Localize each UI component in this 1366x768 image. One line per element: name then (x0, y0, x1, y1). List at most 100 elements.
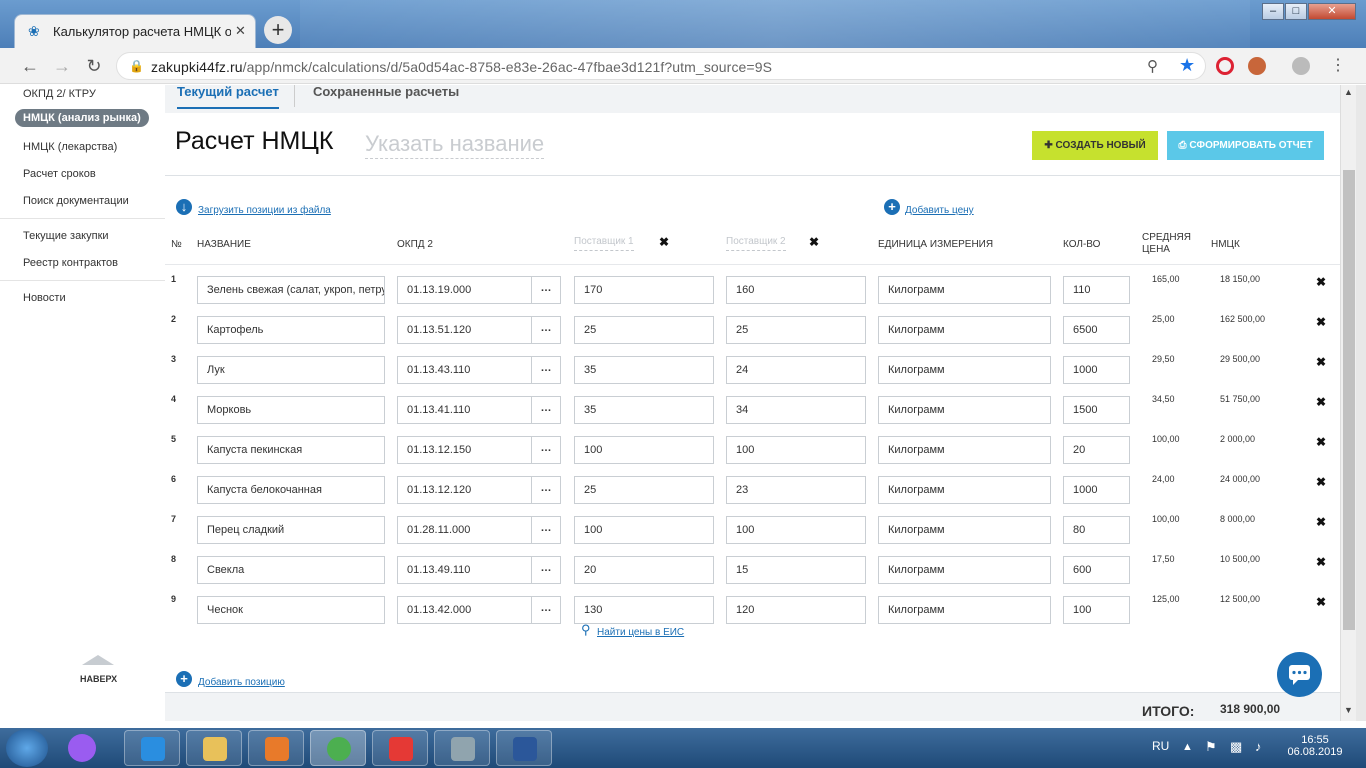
browser-tab[interactable]: ❀ Калькулятор расчета НМЦК он ✕ (14, 14, 256, 48)
name-input[interactable]: Свекла (197, 556, 385, 584)
scrollbar-thumb[interactable] (1343, 170, 1355, 630)
supplier-1-price-input[interactable]: 25 (574, 316, 714, 344)
supplier-2-price-input[interactable]: 100 (726, 436, 866, 464)
sidebar-item-current-purchases[interactable]: Текущие закупки (23, 230, 109, 242)
browser-menu-icon[interactable]: ⋮ (1330, 55, 1346, 75)
page-scrollbar[interactable]: ▲ ▼ (1340, 85, 1356, 721)
okpd-picker-button[interactable]: … (531, 276, 561, 304)
unit-input[interactable]: Килограмм (878, 276, 1051, 304)
supplier-1-price-input[interactable]: 100 (574, 516, 714, 544)
sidebar-item-deadlines[interactable]: Расчет сроков (23, 168, 96, 180)
scroll-up-icon[interactable]: ▲ (1344, 87, 1353, 97)
okpd-input[interactable]: 01.13.51.120 (397, 316, 532, 344)
reload-icon[interactable]: ↻ (84, 56, 104, 77)
name-input[interactable]: Лук (197, 356, 385, 384)
start-button[interactable] (6, 729, 48, 767)
taskbar-word[interactable] (496, 730, 552, 766)
supplier-2-price-input[interactable]: 25 (726, 316, 866, 344)
quantity-input[interactable]: 80 (1063, 516, 1130, 544)
remove-supplier-2-icon[interactable]: ✖ (809, 235, 819, 249)
search-icon[interactable]: ⚲ (581, 622, 591, 638)
unit-input[interactable]: Килограмм (878, 516, 1051, 544)
tray-arrow-icon[interactable]: ▲ (1182, 741, 1193, 753)
okpd-picker-button[interactable]: … (531, 476, 561, 504)
okpd-input[interactable]: 01.13.49.110 (397, 556, 532, 584)
language-indicator[interactable]: RU (1152, 739, 1169, 753)
minimize-button[interactable]: – (1262, 3, 1284, 20)
unit-input[interactable]: Килограмм (878, 476, 1051, 504)
delete-row-icon[interactable]: ✖ (1316, 555, 1326, 569)
supplier-1-price-input[interactable]: 25 (574, 476, 714, 504)
delete-row-icon[interactable]: ✖ (1316, 475, 1326, 489)
supplier-2-price-input[interactable]: 100 (726, 516, 866, 544)
okpd-input[interactable]: 01.13.41.110 (397, 396, 532, 424)
taskbar-media[interactable] (248, 730, 304, 766)
okpd-input[interactable]: 01.28.11.000 (397, 516, 532, 544)
flag-icon[interactable]: ⚑ (1205, 739, 1217, 755)
close-window-button[interactable]: ✕ (1308, 3, 1356, 20)
taskbar-explorer[interactable] (186, 730, 242, 766)
volume-icon[interactable]: ♪ (1255, 739, 1262, 754)
scroll-down-icon[interactable]: ▼ (1344, 705, 1353, 715)
quantity-input[interactable]: 110 (1063, 276, 1130, 304)
supplier-2-price-input[interactable]: 160 (726, 276, 866, 304)
okpd-input[interactable]: 01.13.12.120 (397, 476, 532, 504)
quantity-input[interactable]: 1000 (1063, 356, 1130, 384)
bookmark-star-icon[interactable]: ★ (1179, 55, 1195, 76)
supplier-2-price-input[interactable]: 24 (726, 356, 866, 384)
chat-button[interactable] (1277, 652, 1322, 697)
unit-input[interactable]: Килограмм (878, 356, 1051, 384)
tab-current-calc[interactable]: Текущий расчет (177, 84, 279, 109)
okpd-picker-button[interactable]: … (531, 596, 561, 624)
forward-icon[interactable]: → (52, 56, 72, 77)
delete-row-icon[interactable]: ✖ (1316, 395, 1326, 409)
quantity-input[interactable]: 100 (1063, 596, 1130, 624)
okpd-input[interactable]: 01.13.43.110 (397, 356, 532, 384)
delete-row-icon[interactable]: ✖ (1316, 275, 1326, 289)
supplier-1-price-input[interactable]: 35 (574, 396, 714, 424)
remove-supplier-1-icon[interactable]: ✖ (659, 235, 669, 249)
okpd-picker-button[interactable]: … (531, 556, 561, 584)
scroll-up-arrow-icon[interactable] (82, 655, 114, 665)
name-input[interactable]: Морковь (197, 396, 385, 424)
sidebar-item-okpd[interactable]: ОКПД 2/ КТРУ (23, 88, 96, 100)
alice-icon[interactable] (68, 734, 96, 762)
add-icon[interactable]: + (884, 199, 900, 215)
okpd-picker-button[interactable]: … (531, 516, 561, 544)
name-input[interactable]: Зелень свежая (салат, укроп, петрушка) (197, 276, 385, 304)
header-supplier-2[interactable]: Поставщик 2 (726, 236, 786, 251)
okpd-picker-button[interactable]: … (531, 396, 561, 424)
quantity-input[interactable]: 600 (1063, 556, 1130, 584)
okpd-picker-button[interactable]: … (531, 316, 561, 344)
load-from-file-link[interactable]: Загрузить позиции из файла (198, 205, 331, 216)
name-input[interactable]: Капуста пекинская (197, 436, 385, 464)
taskbar-ie[interactable] (124, 730, 180, 766)
network-icon[interactable]: ▩ (1230, 739, 1242, 755)
sidebar-item-doc-search[interactable]: Поиск документации (23, 195, 129, 207)
back-icon[interactable]: ← (20, 56, 40, 77)
delete-row-icon[interactable]: ✖ (1316, 315, 1326, 329)
delete-row-icon[interactable]: ✖ (1316, 435, 1326, 449)
supplier-1-price-input[interactable]: 35 (574, 356, 714, 384)
quantity-input[interactable]: 20 (1063, 436, 1130, 464)
okpd-picker-button[interactable]: … (531, 436, 561, 464)
supplier-2-price-input[interactable]: 15 (726, 556, 866, 584)
unit-input[interactable]: Килограмм (878, 316, 1051, 344)
name-input[interactable]: Капуста белокочанная (197, 476, 385, 504)
supplier-1-price-input[interactable]: 100 (574, 436, 714, 464)
find-prices-eis-link[interactable]: Найти цены в ЕИС (597, 627, 684, 638)
unit-input[interactable]: Килограмм (878, 596, 1051, 624)
quantity-input[interactable]: 6500 (1063, 316, 1130, 344)
scroll-top-label[interactable]: НАВЕРХ (80, 674, 117, 684)
okpd-input[interactable]: 01.13.42.000 (397, 596, 532, 624)
tab-close-icon[interactable]: ✕ (235, 23, 246, 39)
unit-input[interactable]: Килограмм (878, 436, 1051, 464)
supplier-2-price-input[interactable]: 23 (726, 476, 866, 504)
extension-icon[interactable] (1216, 57, 1234, 75)
supplier-2-price-input[interactable]: 34 (726, 396, 866, 424)
taskbar-chrome[interactable] (310, 730, 366, 766)
unit-input[interactable]: Килограмм (878, 556, 1051, 584)
sidebar-item-nmck-market[interactable]: НМЦК (анализ рынка) (15, 109, 149, 127)
okpd-picker-button[interactable]: … (531, 356, 561, 384)
supplier-1-price-input[interactable]: 170 (574, 276, 714, 304)
